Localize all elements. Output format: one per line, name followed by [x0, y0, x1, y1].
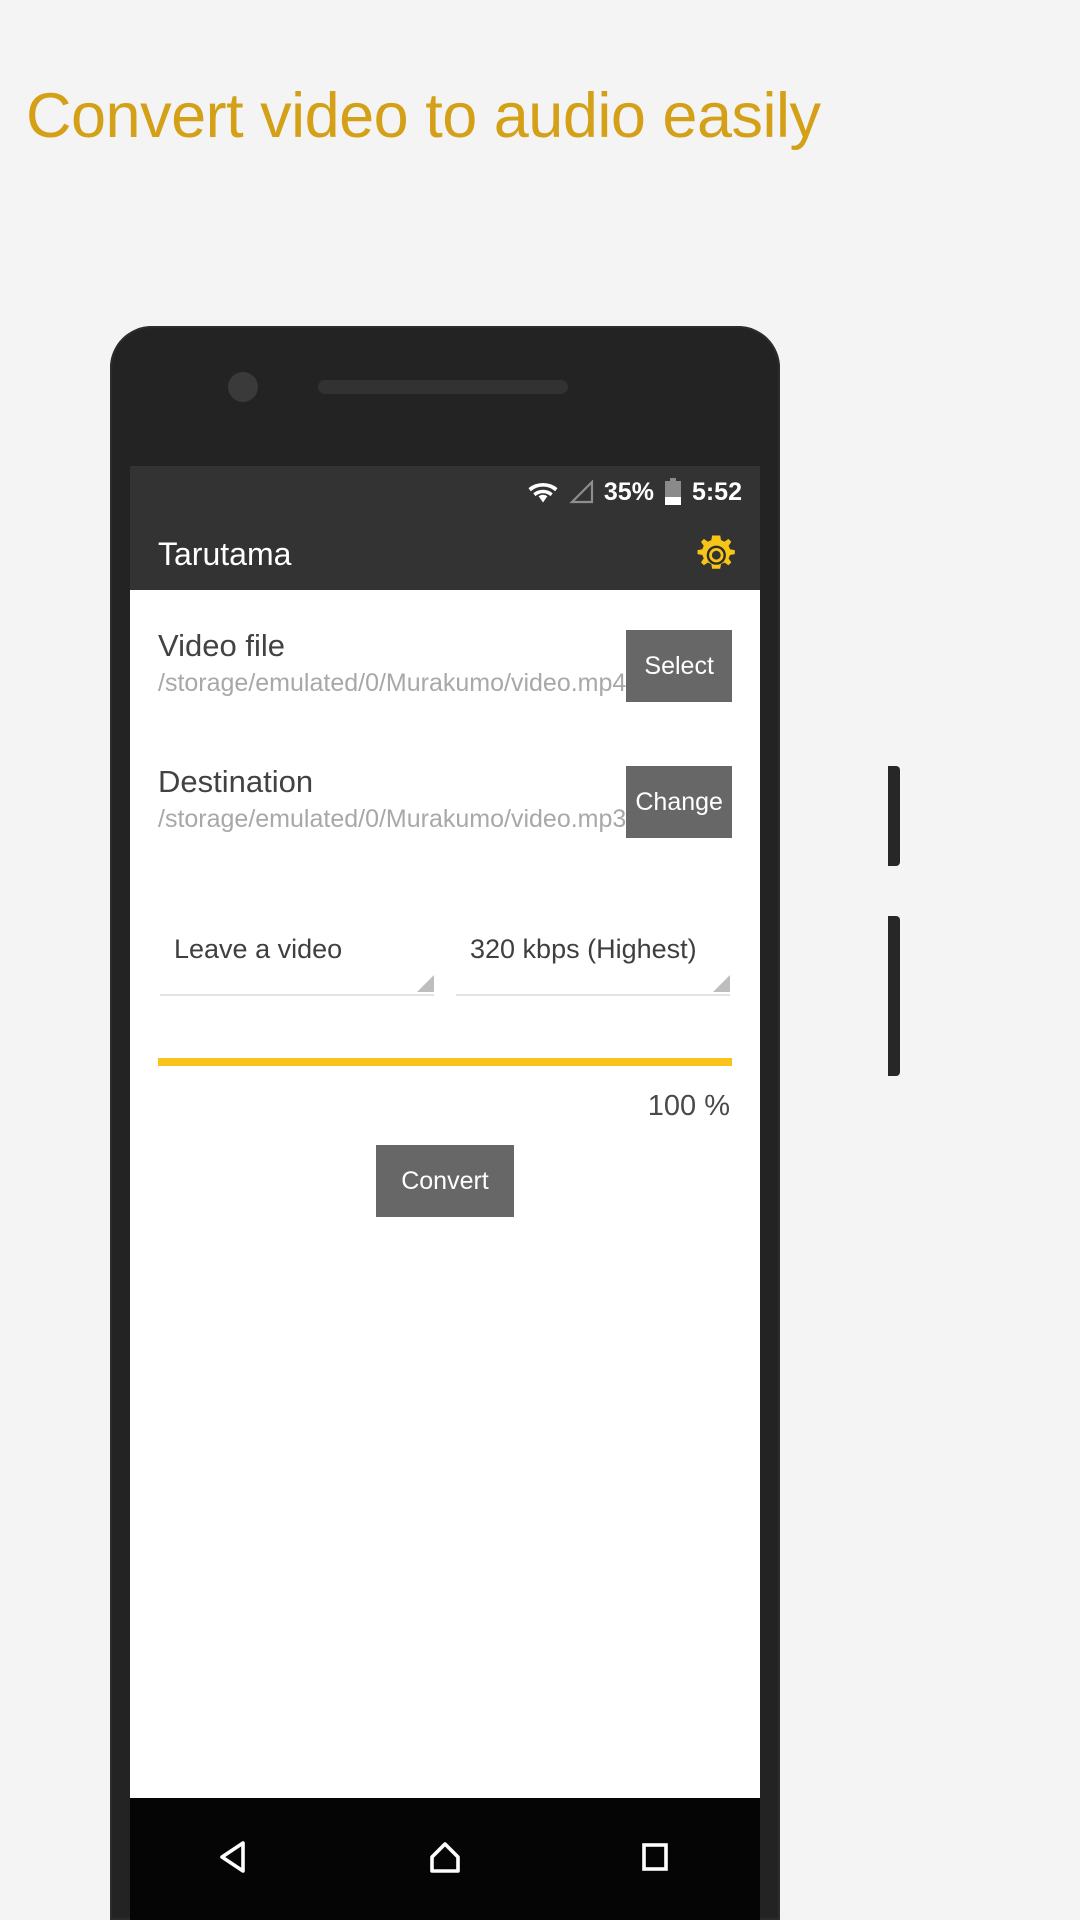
change-destination-button[interactable]: Change — [626, 766, 732, 839]
video-file-texts: Video file /storage/emulated/0/Murakumo/… — [158, 624, 626, 702]
video-mode-value: Leave a video — [174, 934, 343, 965]
destination-path: /storage/emulated/0/Murakumo/video.mp3 — [158, 804, 627, 833]
destination-texts: Destination /storage/emulated/0/Murakumo… — [158, 760, 626, 838]
promo-headline: Convert video to audio easily — [26, 81, 821, 151]
recents-square-icon[interactable] — [635, 1837, 675, 1882]
volume-button[interactable] — [888, 916, 900, 1076]
select-video-button[interactable]: Select — [626, 630, 732, 702]
cell-signal-icon — [568, 479, 594, 504]
phone-screen: 35% 5:52 Tarutama Video file /storage/em… — [130, 466, 760, 1920]
main-content: Video file /storage/emulated/0/Murakumo/… — [130, 590, 760, 1798]
progress-percent-label: 100 % — [647, 1090, 730, 1123]
gear-icon[interactable] — [696, 533, 738, 575]
front-camera-icon — [228, 372, 258, 402]
phone-device-frame: 35% 5:52 Tarutama Video file /storage/em… — [110, 326, 900, 1920]
destination-row: Destination /storage/emulated/0/Murakumo… — [158, 702, 732, 839]
bitrate-spinner[interactable]: 320 kbps (Highest) — [456, 934, 730, 997]
home-icon[interactable] — [425, 1837, 465, 1882]
chevron-down-icon — [713, 975, 730, 993]
video-file-label: Video file — [158, 628, 285, 663]
chevron-down-icon — [417, 975, 434, 993]
video-file-path: /storage/emulated/0/Murakumo/video.mp4 — [158, 668, 627, 697]
destination-label: Destination — [158, 764, 314, 800]
android-nav-bar — [130, 1798, 760, 1920]
app-bar: Tarutama — [130, 518, 760, 590]
convert-button-wrap: Convert — [158, 1145, 732, 1218]
promo-screenshot: Convert video to audio easily 35% 5:52 T… — [0, 0, 1080, 1920]
earpiece-speaker — [318, 380, 568, 394]
battery-percent-label: 35% — [603, 477, 654, 506]
bitrate-value: 320 kbps (Highest) — [470, 934, 697, 965]
video-mode-spinner[interactable]: Leave a video — [160, 934, 434, 997]
wifi-icon — [528, 481, 558, 503]
conversion-progress-bar — [158, 1058, 732, 1067]
battery-icon — [664, 478, 682, 506]
power-button[interactable] — [888, 766, 900, 866]
options-row: Leave a video 320 kbps (Highest) — [158, 934, 732, 997]
convert-button[interactable]: Convert — [376, 1145, 514, 1218]
progress-fill — [158, 1058, 732, 1067]
status-bar: 35% 5:52 — [130, 466, 760, 518]
video-file-row: Video file /storage/emulated/0/Murakumo/… — [158, 590, 732, 702]
back-triangle-icon[interactable] — [215, 1837, 255, 1882]
app-title: Tarutama — [158, 535, 292, 572]
clock-label: 5:52 — [691, 477, 742, 506]
